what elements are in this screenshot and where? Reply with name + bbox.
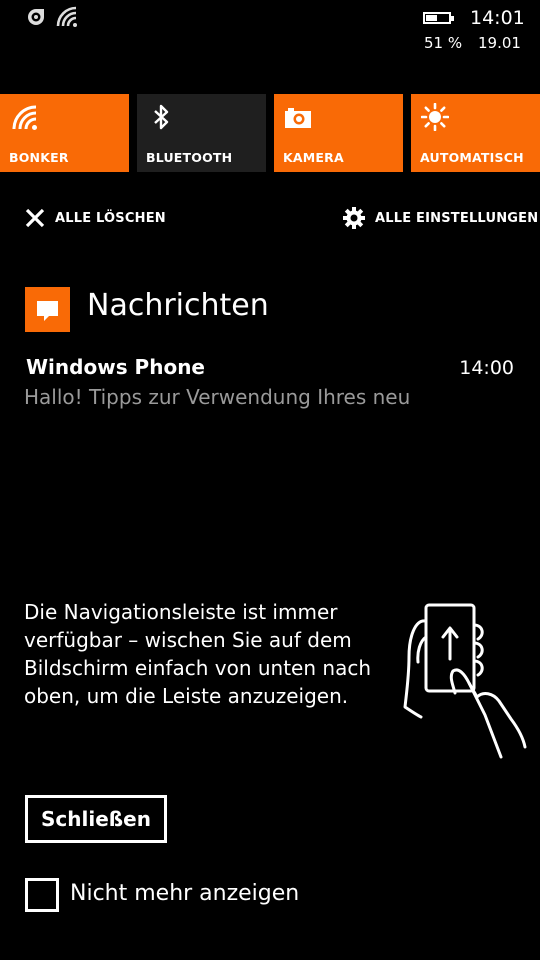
notification-group-title: Nachrichten	[87, 288, 269, 323]
quick-action-label: KAMERA	[283, 150, 344, 165]
message-icon	[25, 287, 70, 332]
quick-action-label: BONKER	[9, 150, 69, 165]
wifi-icon	[56, 6, 77, 27]
brightness-icon	[421, 103, 449, 131]
quick-action-bluetooth[interactable]: BLUETOOTH	[137, 94, 266, 172]
close-icon	[25, 208, 45, 228]
notification-time: 14:00	[459, 357, 514, 379]
quick-action-label: BLUETOOTH	[146, 150, 233, 165]
swipe-up-hand-icon	[403, 603, 527, 759]
clear-all-button[interactable]: ALLE LÖSCHEN	[25, 205, 166, 231]
bluetooth-icon	[154, 104, 169, 130]
close-button[interactable]: Schließen	[25, 795, 167, 843]
notification-title: Windows Phone	[26, 355, 205, 379]
camera-icon	[285, 108, 311, 128]
all-settings-label: ALLE EINSTELLUNGEN	[375, 210, 539, 226]
dont-show-again-label[interactable]: Nicht mehr anzeigen	[70, 881, 299, 906]
quick-action-camera[interactable]: KAMERA	[274, 94, 403, 172]
battery-icon	[423, 12, 454, 24]
gear-icon	[343, 207, 365, 229]
quick-action-brightness[interactable]: AUTOMATISCH	[411, 94, 540, 172]
quick-action-label: AUTOMATISCH	[420, 150, 524, 165]
clear-all-label: ALLE LÖSCHEN	[55, 210, 166, 226]
navigation-hint-text: Die Navigationsleiste ist immer verfügba…	[24, 600, 371, 708]
quick-action-wifi[interactable]: BONKER	[0, 94, 129, 172]
notification-body: Hallo! Tipps zur Verwendung Ihres neu	[24, 385, 411, 409]
nfc-icon	[28, 9, 44, 25]
clock: 14:01	[470, 7, 525, 29]
wifi-icon	[12, 105, 37, 130]
date: 19.01	[478, 34, 521, 52]
all-settings-button[interactable]: ALLE EINSTELLUNGEN	[343, 205, 538, 231]
battery-percent: 51 %	[424, 34, 463, 52]
dont-show-again-checkbox[interactable]	[25, 878, 59, 912]
